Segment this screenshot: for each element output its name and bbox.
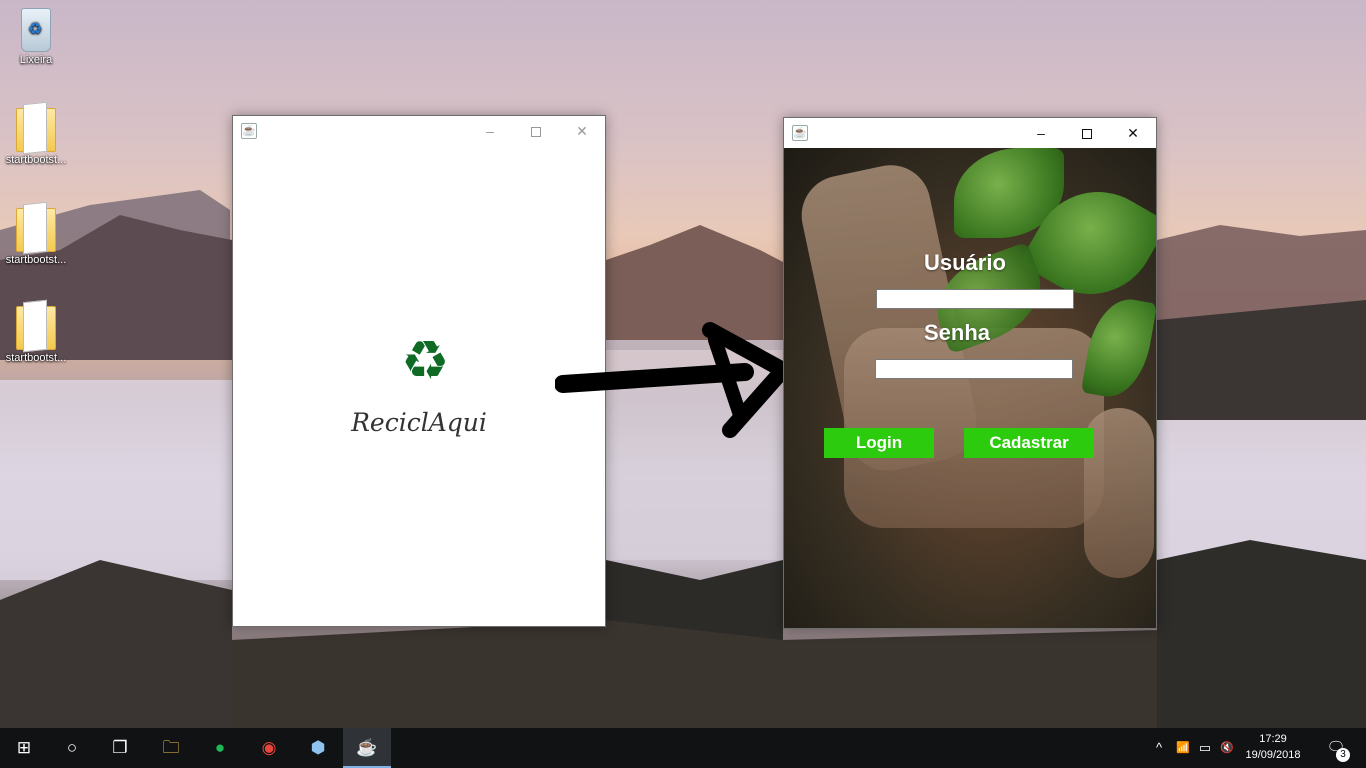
image-overlay	[784, 148, 1156, 628]
battery-icon[interactable]: ▭	[1194, 728, 1216, 768]
clock-time: 17:29	[1259, 733, 1287, 745]
app-cube-icon[interactable]: ⬢	[294, 728, 342, 768]
minimize-button[interactable]: –	[467, 116, 513, 146]
recycle-bin-icon	[21, 8, 51, 52]
maximize-button[interactable]	[1064, 118, 1110, 148]
minimize-button[interactable]: –	[1018, 118, 1064, 148]
maximize-icon	[1082, 129, 1092, 140]
brand-name: ReciclAqui	[351, 408, 487, 437]
system-clock[interactable]: 17:29 19/09/2018	[1238, 731, 1308, 763]
desktop-icon-label: startbootst...	[5, 254, 67, 266]
spotify-icon[interactable]: ●	[196, 728, 244, 768]
password-input[interactable]	[875, 359, 1073, 379]
notification-center-button[interactable]: 🗨 3	[1316, 728, 1356, 768]
start-button[interactable]: ⊞	[0, 728, 48, 768]
taskbar: ⊞ ○ ❐ 🗀 ● ◉ ⬢ ☕ ^ 📶 ▭ 🔇 17:29 19/09/2018…	[0, 728, 1366, 768]
register-button[interactable]: Cadastrar	[964, 428, 1094, 458]
login-background-image: Usuário Senha Login Cadastrar	[784, 148, 1156, 628]
desktop-icon-folder[interactable]: startbootst...	[0, 208, 72, 266]
clock-date: 19/09/2018	[1245, 749, 1301, 761]
close-button[interactable]: ✕	[559, 116, 605, 146]
username-input[interactable]	[876, 289, 1074, 309]
folder-icon	[16, 208, 56, 252]
file-explorer-icon[interactable]: 🗀	[147, 728, 195, 768]
java-app-icon[interactable]: ☕	[343, 728, 391, 768]
chrome-icon[interactable]: ◉	[245, 728, 293, 768]
username-label: Usuário	[924, 250, 1006, 275]
tray-chevron-icon[interactable]: ^	[1148, 728, 1170, 768]
java-icon: ☕	[792, 125, 808, 141]
notification-count-badge: 3	[1336, 748, 1350, 762]
desktop-icon-recycle-bin[interactable]: Lixeira	[0, 8, 72, 66]
folder-icon	[16, 108, 56, 152]
wifi-icon[interactable]: 📶	[1172, 728, 1194, 768]
title-bar[interactable]: ☕ – ✕	[784, 118, 1156, 148]
password-label: Senha	[924, 320, 991, 345]
java-icon: ☕	[241, 123, 257, 139]
close-button[interactable]: ✕	[1110, 118, 1156, 148]
splash-window[interactable]: ☕ – ✕ ♻ ReciclAqui	[232, 115, 606, 627]
folder-icon	[16, 306, 56, 350]
desktop-icon-label: startbootst...	[5, 352, 67, 364]
desktop-icon-folder[interactable]: startbootst...	[0, 108, 72, 166]
maximize-icon	[531, 127, 541, 138]
title-bar[interactable]: ☕ – ✕	[233, 116, 605, 146]
recycle-logo-icon: ♻	[401, 331, 450, 391]
desktop-icon-folder[interactable]: startbootst...	[0, 306, 72, 364]
login-button[interactable]: Login	[824, 428, 934, 458]
maximize-button[interactable]	[513, 116, 559, 146]
volume-muted-icon[interactable]: 🔇	[1216, 728, 1238, 768]
desktop-icon-label: startbootst...	[5, 154, 67, 166]
search-button[interactable]: ○	[48, 728, 96, 768]
arrow-annotation	[555, 322, 791, 438]
desktop-icon-label: Lixeira	[19, 54, 53, 66]
login-window[interactable]: ☕ – ✕ Usuário Senha Login Cadastrar	[783, 117, 1157, 629]
task-view-button[interactable]: ❐	[96, 728, 144, 768]
